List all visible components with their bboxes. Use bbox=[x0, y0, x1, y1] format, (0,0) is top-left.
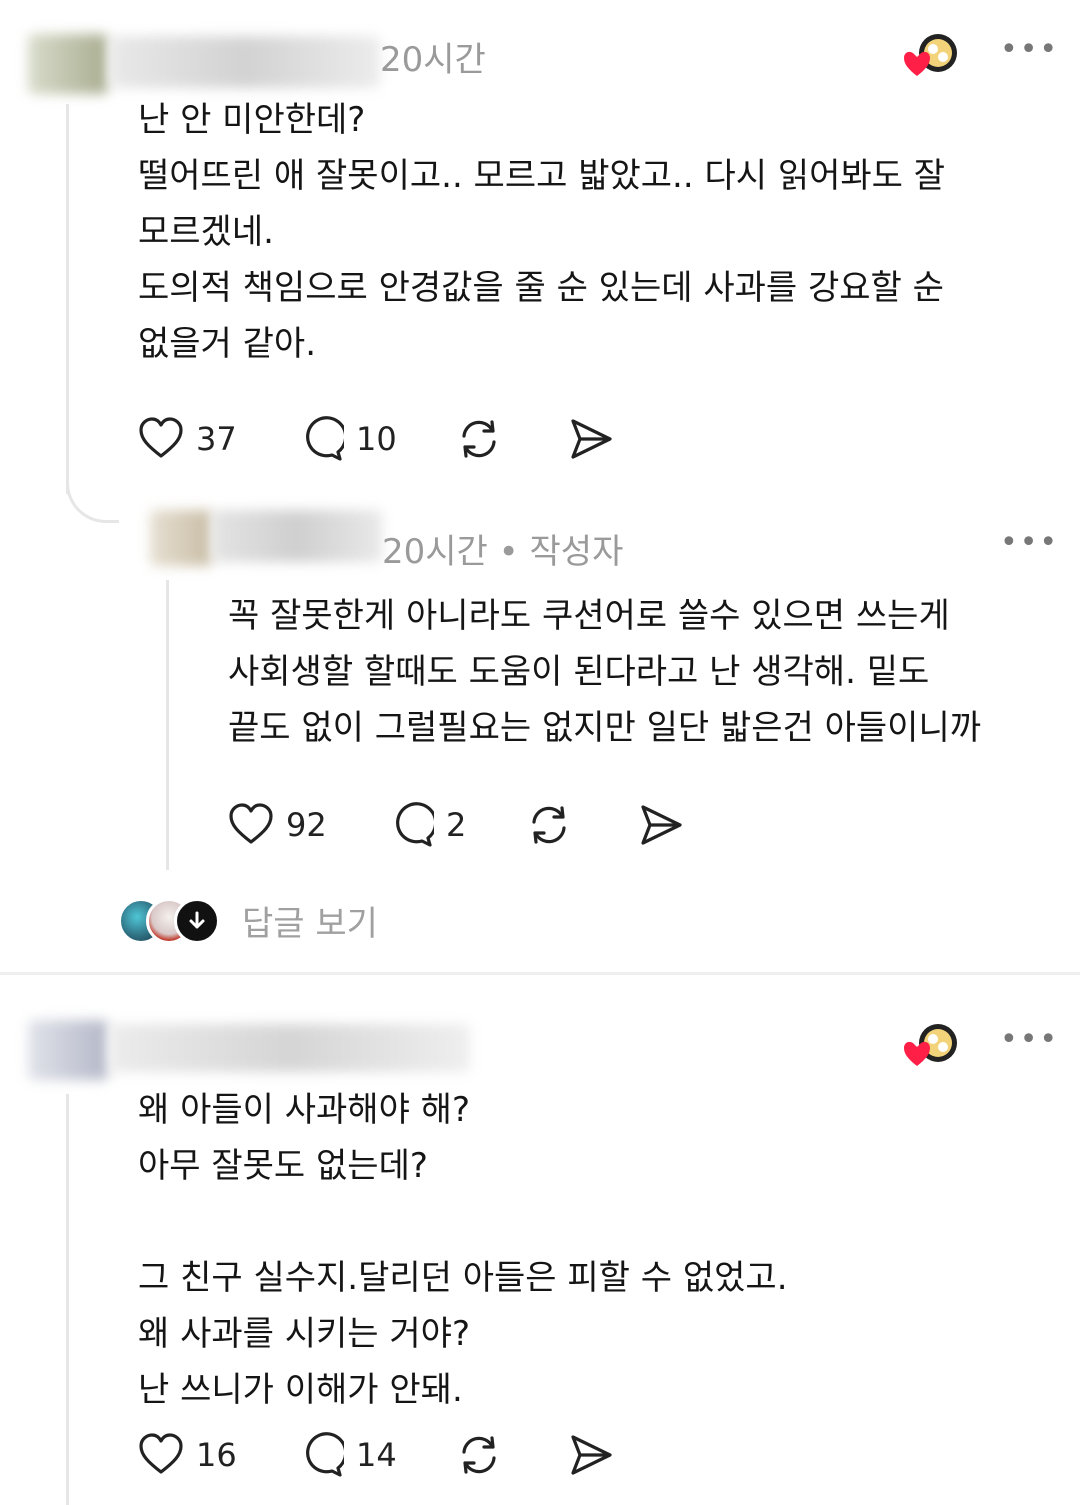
comment-icon bbox=[396, 802, 434, 847]
username-blurred[interactable] bbox=[212, 510, 382, 562]
author-liked-badge bbox=[904, 1022, 957, 1066]
timestamp: 20시간 • 작성자 bbox=[382, 524, 623, 573]
thread-line bbox=[166, 580, 169, 870]
comment-actions: 16 14 bbox=[138, 1430, 638, 1480]
repost-button[interactable] bbox=[456, 1430, 502, 1480]
share-button[interactable] bbox=[568, 1430, 614, 1480]
repost-button[interactable] bbox=[456, 414, 502, 464]
reply-button[interactable]: 14 bbox=[298, 1430, 397, 1480]
repost-icon bbox=[462, 420, 496, 458]
avatar[interactable] bbox=[150, 510, 212, 566]
author-liked-badge bbox=[904, 32, 957, 76]
timestamp: 20시간 bbox=[380, 40, 486, 80]
author-tag: 작성자 bbox=[529, 532, 624, 572]
reply-button[interactable]: 2 bbox=[388, 800, 466, 850]
arrow-down-icon bbox=[174, 898, 220, 944]
avatar[interactable] bbox=[28, 34, 108, 94]
like-button[interactable]: 16 bbox=[138, 1430, 237, 1480]
share-icon bbox=[571, 419, 612, 459]
username-blurred[interactable] bbox=[110, 1024, 470, 1072]
comment-actions: 37 10 bbox=[138, 414, 638, 464]
more-icon[interactable]: ••• bbox=[1000, 1025, 1059, 1055]
comment-icon bbox=[306, 416, 344, 461]
repost-button[interactable] bbox=[526, 800, 572, 850]
like-count: 16 bbox=[196, 1436, 237, 1474]
like-count: 92 bbox=[286, 806, 327, 844]
share-button[interactable] bbox=[568, 414, 614, 464]
heart-icon bbox=[139, 1433, 183, 1474]
share-icon bbox=[641, 805, 682, 845]
reply-count: 14 bbox=[356, 1436, 397, 1474]
avatar[interactable] bbox=[28, 1020, 108, 1080]
share-icon bbox=[571, 1435, 612, 1475]
heart-icon bbox=[139, 417, 183, 458]
reply-count: 10 bbox=[356, 420, 397, 458]
share-button[interactable] bbox=[638, 800, 684, 850]
thread-curve bbox=[66, 470, 119, 523]
repost-icon bbox=[462, 1436, 496, 1474]
reply-count: 2 bbox=[446, 806, 467, 844]
like-count: 37 bbox=[196, 420, 237, 458]
view-replies[interactable]: 답글 보기 bbox=[118, 896, 418, 946]
like-button[interactable]: 37 bbox=[138, 414, 237, 464]
comment-text: 꼭 잘못한게 아니라도 쿠션어로 쓸수 있으면 쓰는게 사회생할 할때도 도움이… bbox=[228, 596, 982, 748]
more-icon[interactable]: ••• bbox=[1000, 528, 1059, 558]
comment-actions: 92 2 bbox=[228, 800, 728, 850]
heart-icon bbox=[904, 1041, 930, 1066]
username-blurred[interactable] bbox=[110, 36, 380, 88]
reply-button[interactable]: 10 bbox=[298, 414, 397, 464]
thread-line bbox=[66, 1094, 69, 1505]
comment-icon bbox=[306, 1432, 344, 1477]
more-icon[interactable]: ••• bbox=[1000, 35, 1059, 65]
thread-line bbox=[66, 104, 69, 494]
timestamp-text: 20시간 bbox=[382, 532, 488, 572]
heart-icon bbox=[229, 803, 273, 844]
comment-text: 왜 아들이 사과해야 해? 아무 잘못도 없는데? 그 친구 실수지.달리던 아… bbox=[138, 1090, 788, 1410]
like-button[interactable]: 92 bbox=[228, 800, 327, 850]
comment-text: 난 안 미안한데? 떨어뜨린 애 잘못이고.. 모르고 밟았고.. 다시 읽어봐… bbox=[138, 100, 946, 364]
divider bbox=[0, 972, 1080, 975]
heart-icon bbox=[904, 51, 930, 76]
view-replies-label: 답글 보기 bbox=[242, 904, 378, 944]
separator-dot: • bbox=[498, 532, 519, 572]
repost-icon bbox=[532, 806, 566, 844]
